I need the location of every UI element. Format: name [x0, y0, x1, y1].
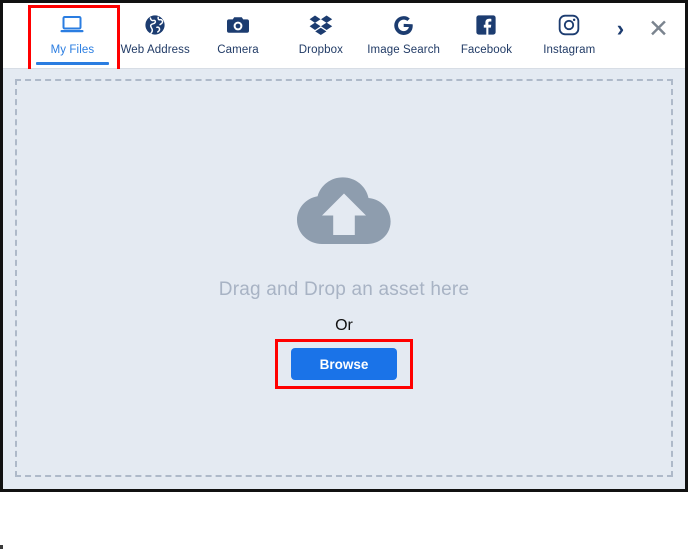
- drop-zone[interactable]: Drag and Drop an asset here Or Browse: [15, 79, 673, 477]
- cloud-upload-icon: [297, 176, 391, 255]
- laptop-icon: [59, 12, 85, 38]
- globe-icon: [144, 12, 166, 38]
- tab-label: My Files: [50, 44, 95, 56]
- tab-label: Web Address: [120, 44, 190, 56]
- tab-dropbox[interactable]: Dropbox: [279, 3, 362, 69]
- instagram-icon: [558, 12, 580, 38]
- tab-bar-controls: › ✕: [611, 3, 685, 55]
- close-icon[interactable]: ✕: [644, 16, 673, 42]
- drop-panel: Drag and Drop an asset here Or Browse: [3, 69, 685, 489]
- tab-my-files[interactable]: My Files: [31, 3, 114, 69]
- or-separator-text: Or: [335, 317, 353, 334]
- drop-hint-text: Drag and Drop an asset here: [218, 279, 470, 300]
- facebook-icon: [475, 12, 497, 38]
- tab-facebook[interactable]: Facebook: [445, 3, 528, 69]
- tab-instagram[interactable]: Instagram: [528, 3, 611, 69]
- google-g-icon: [392, 12, 415, 38]
- browse-button[interactable]: Browse: [291, 348, 397, 380]
- browse-button-wrap: Browse: [275, 339, 413, 389]
- tab-label: Facebook: [460, 44, 513, 56]
- tab-label: Instagram: [543, 44, 596, 56]
- asset-uploader-modal: My Files Web Address Camera Dropbox Imag…: [0, 0, 688, 492]
- chevron-right-icon[interactable]: ›: [611, 16, 630, 42]
- source-tab-bar: My Files Web Address Camera Dropbox Imag…: [3, 3, 685, 75]
- tab-label: Dropbox: [298, 44, 343, 56]
- camera-icon: [226, 12, 250, 38]
- dropbox-icon: [309, 12, 333, 38]
- tab-image-search[interactable]: Image Search: [362, 3, 445, 69]
- tab-web-address[interactable]: Web Address: [114, 3, 197, 69]
- tab-label: Image Search: [367, 44, 441, 56]
- corner-artifact: [0, 545, 3, 549]
- tab-camera[interactable]: Camera: [197, 3, 280, 69]
- tab-label: Camera: [217, 44, 259, 56]
